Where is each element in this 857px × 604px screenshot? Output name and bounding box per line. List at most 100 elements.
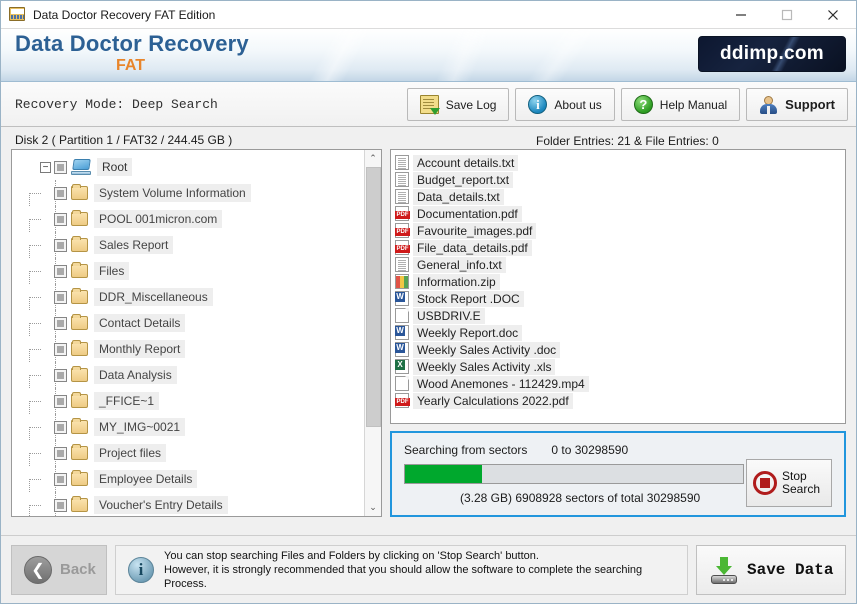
tree-guide <box>18 492 44 516</box>
scroll-down-icon[interactable]: ⌄ <box>365 499 382 516</box>
expander-icon[interactable]: − <box>40 161 51 173</box>
checkbox[interactable] <box>54 368 67 382</box>
ddimp-logo[interactable]: ddimp.com <box>698 36 846 72</box>
checkbox[interactable] <box>54 342 67 356</box>
checkbox[interactable] <box>54 394 67 408</box>
support-label: Support <box>785 97 835 112</box>
tree-spacer <box>44 284 56 310</box>
folder-tree: − Root System Volume Information POOL 001… <box>12 150 381 516</box>
scrollbar-thumb[interactable] <box>365 167 381 427</box>
folder-icon <box>71 392 88 408</box>
save-data-button[interactable]: Save Data <box>696 544 846 595</box>
tree-node[interactable]: Data Analysis <box>18 362 381 388</box>
file-row[interactable]: General_info.txt <box>395 256 845 273</box>
maximize-button[interactable] <box>764 1 810 29</box>
tree-node[interactable]: POOL 001micron.com <box>18 206 381 232</box>
file-name: Stock Report .DOC <box>413 290 524 307</box>
help-manual-button[interactable]: ? Help Manual <box>620 88 741 121</box>
folder-tree-pane[interactable]: − Root System Volume Information POOL 001… <box>11 149 382 517</box>
tree-node[interactable]: Project files <box>18 440 381 466</box>
tree-node[interactable]: Employee Details <box>18 466 381 492</box>
tree-node[interactable]: _FFICE~1 <box>18 388 381 414</box>
tree-node[interactable]: Files <box>18 258 381 284</box>
folder-icon <box>71 314 88 330</box>
checkbox[interactable] <box>54 212 67 226</box>
checkbox[interactable] <box>54 238 67 252</box>
about-us-button[interactable]: i About us <box>515 88 615 121</box>
notice-line-3: Process. <box>164 577 207 590</box>
file-row[interactable]: Information.zip <box>395 273 845 290</box>
checkbox[interactable] <box>54 472 67 486</box>
checkbox[interactable] <box>54 290 67 304</box>
checkbox[interactable] <box>54 446 67 460</box>
tree-node-label: _FFICE~1 <box>94 392 160 410</box>
back-button[interactable]: ❮ Back <box>11 544 107 595</box>
pdf-file-icon <box>395 206 410 221</box>
scroll-up-icon[interactable]: ⌃ <box>365 150 382 167</box>
checkbox[interactable] <box>54 264 67 278</box>
file-row[interactable]: Budget_report.txt <box>395 171 845 188</box>
file-row[interactable]: Weekly Report.doc <box>395 324 845 341</box>
tree-spacer <box>44 310 56 336</box>
support-button[interactable]: Support <box>746 88 848 121</box>
file-row[interactable]: USBDRIV.E <box>395 307 845 324</box>
tree-node-label: Data Analysis <box>94 366 177 384</box>
file-name: File_data_details.pdf <box>413 239 532 256</box>
search-label: Searching from sectors <box>404 443 528 457</box>
checkbox[interactable] <box>54 498 67 512</box>
txt-file-icon <box>395 257 409 272</box>
checkbox[interactable] <box>54 186 67 200</box>
save-log-button[interactable]: Save Log <box>406 88 510 121</box>
notice-line-1: You can stop searching Files and Folders… <box>164 549 539 562</box>
file-row[interactable]: Favourite_images.pdf <box>395 222 845 239</box>
tree-node[interactable]: Sales Report <box>18 232 381 258</box>
tree-node[interactable]: MY_IMG~0021 <box>18 414 381 440</box>
file-row[interactable]: Yearly Calculations 2022.pdf <box>395 392 845 409</box>
info-bar: Disk 2 ( Partition 1 / FAT32 / 244.45 GB… <box>11 127 846 149</box>
file-row[interactable]: File_data_details.pdf <box>395 239 845 256</box>
search-progress-panel: Searching from sectors 0 to 30298590 Sto… <box>390 431 846 517</box>
file-name: Data_details.txt <box>413 188 504 205</box>
file-row[interactable]: Account details.txt <box>395 154 845 171</box>
file-row[interactable]: Wood Anemones - 112429.mp4 <box>395 375 845 392</box>
tree-node[interactable]: DDR_Miscellaneous <box>18 284 381 310</box>
minimize-button[interactable] <box>718 1 764 29</box>
stop-search-button[interactable]: Stop Search <box>746 459 832 507</box>
checkbox[interactable] <box>54 316 67 330</box>
stop-line-2: Search <box>782 482 821 496</box>
file-row[interactable]: Weekly Sales Activity .doc <box>395 341 845 358</box>
close-button[interactable] <box>810 1 856 29</box>
tree-node[interactable]: Monthly Report <box>18 336 381 362</box>
tree-scrollbar[interactable]: ⌃ ⌄ <box>364 150 381 516</box>
tree-node[interactable]: System Volume Information <box>18 180 381 206</box>
scrollbar-track[interactable] <box>365 167 382 499</box>
stop-icon <box>753 471 777 495</box>
tree-node-label: Voucher's Entry Details <box>94 496 228 514</box>
folder-icon <box>71 496 88 512</box>
folder-icon <box>71 184 88 200</box>
file-row[interactable]: Weekly Sales Activity .xls <box>395 358 845 375</box>
file-row[interactable]: Data_details.txt <box>395 188 845 205</box>
pdf-file-icon <box>395 223 410 238</box>
tree-node[interactable]: Contact Details <box>18 310 381 336</box>
brand-subtitle: FAT <box>116 57 146 74</box>
tree-node[interactable]: Voucher's Entry Details <box>18 492 381 516</box>
file-name: Weekly Report.doc <box>413 324 523 341</box>
file-name: Favourite_images.pdf <box>413 222 537 239</box>
txt-file-icon <box>395 189 409 204</box>
file-row[interactable]: Stock Report .DOC <box>395 290 845 307</box>
window-title: Data Doctor Recovery FAT Edition <box>33 7 216 22</box>
checkbox[interactable] <box>54 420 67 434</box>
tree-guide <box>18 232 44 258</box>
computer-icon <box>71 159 91 175</box>
file-row[interactable]: Documentation.pdf <box>395 205 845 222</box>
file-list-pane[interactable]: Account details.txt Budget_report.txt Data… <box>390 149 846 424</box>
chevron-left-icon: ❮ <box>24 555 52 584</box>
checkbox[interactable] <box>54 160 67 174</box>
folder-icon <box>71 288 88 304</box>
tree-spacer <box>44 388 56 414</box>
tree-spacer <box>44 336 56 362</box>
tree-root-node[interactable]: − Root <box>18 154 381 180</box>
search-header: Searching from sectors 0 to 30298590 <box>404 443 832 457</box>
toolbar: Recovery Mode: Deep Search Save Log i Ab… <box>1 82 856 127</box>
